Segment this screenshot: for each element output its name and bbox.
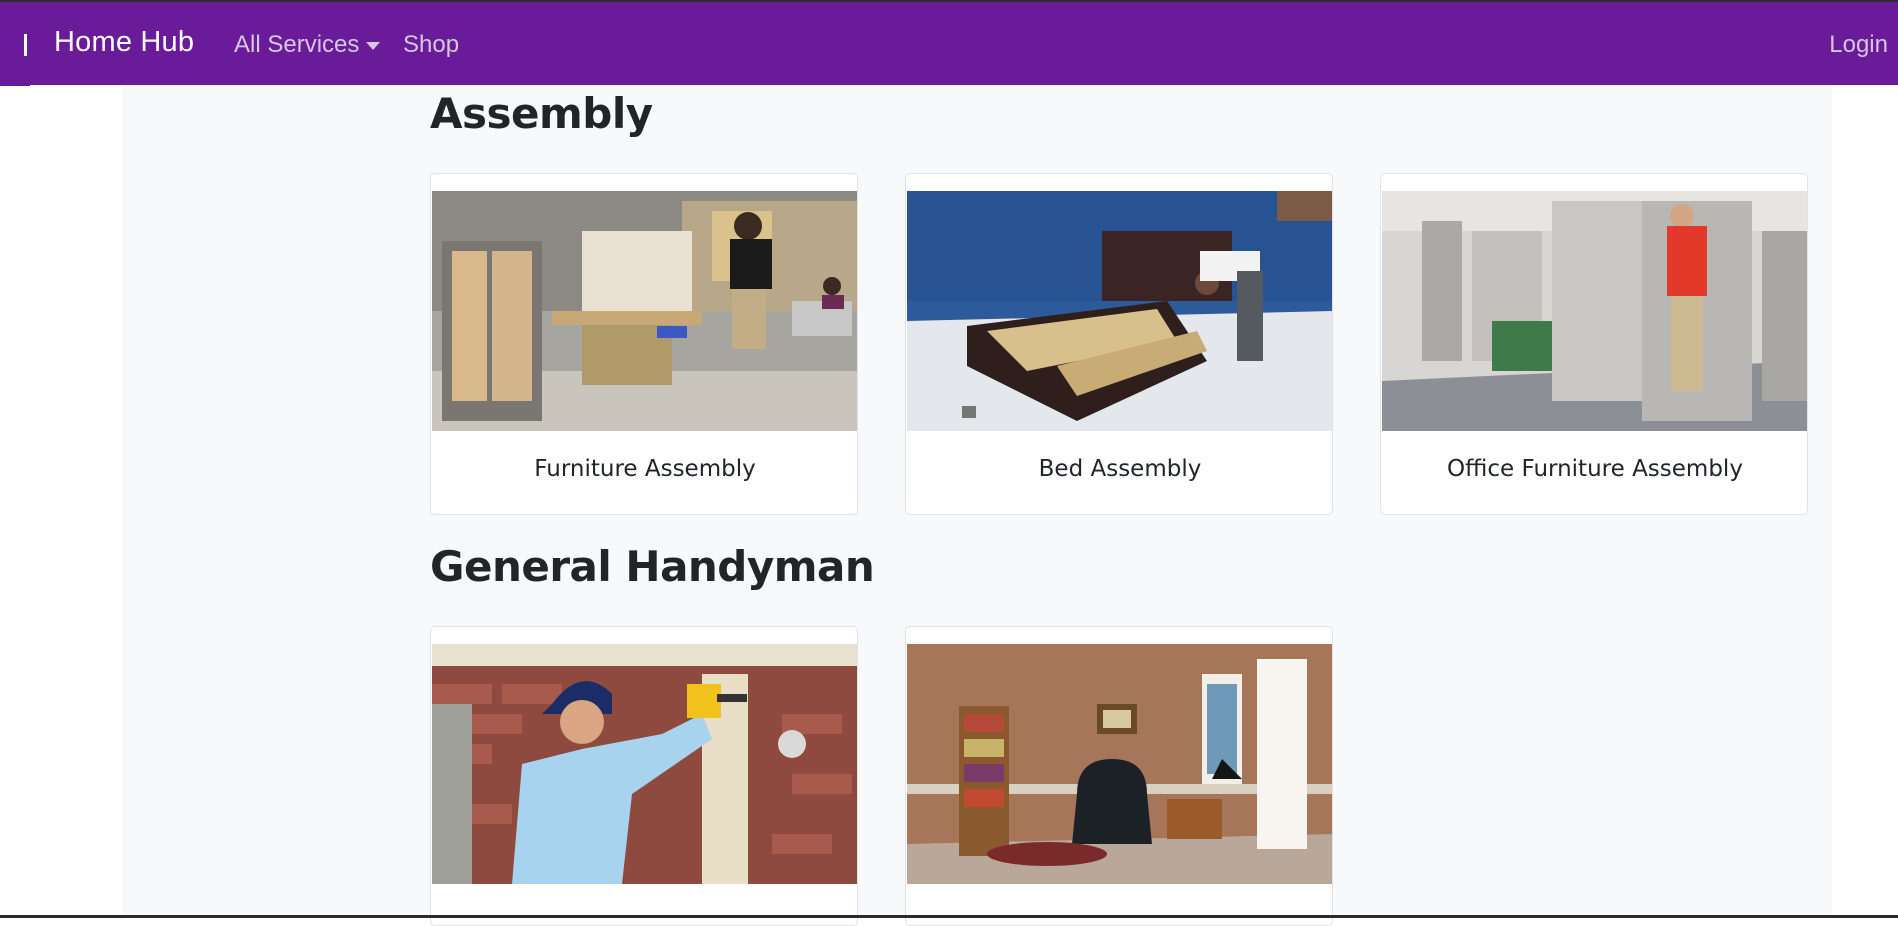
gutter-drilling-image[interactable] (432, 644, 857, 884)
bed-assembly-image[interactable] (907, 191, 1332, 431)
navbar-tab-accent (0, 83, 30, 86)
shop-link[interactable]: Shop (403, 31, 459, 59)
login-link[interactable]: Login (1829, 31, 1888, 59)
furniture-assembly-image[interactable] (432, 191, 857, 431)
office-furniture-assembly-image[interactable] (1382, 191, 1807, 431)
service-card-room-handyman[interactable] (905, 626, 1333, 926)
services-content: Assembly Furniture Assembly Bed Assembly… (122, 85, 1832, 926)
navbar-edge-mark (24, 34, 27, 56)
living-room-image[interactable] (907, 644, 1332, 884)
brand-link[interactable]: Home Hub (54, 26, 194, 59)
service-card-office-furniture-assembly[interactable]: Office Furniture Assembly (1380, 173, 1808, 515)
top-navbar: Home Hub All Services Shop Login (0, 2, 1898, 85)
service-card-bed-assembly[interactable]: Bed Assembly (905, 173, 1333, 515)
service-card-furniture-assembly[interactable]: Furniture Assembly (430, 173, 858, 515)
card-title[interactable]: Office Furniture Assembly (1381, 456, 1807, 482)
section-title-assembly: Assembly (430, 89, 653, 138)
card-title[interactable]: Furniture Assembly (431, 456, 857, 482)
service-card-gutter-repair[interactable] (430, 626, 858, 926)
card-title[interactable]: Bed Assembly (906, 456, 1332, 482)
all-services-dropdown[interactable]: All Services (234, 31, 359, 59)
section-title-general-handyman: General Handyman (430, 542, 875, 591)
caret-down-icon[interactable] (366, 42, 380, 50)
